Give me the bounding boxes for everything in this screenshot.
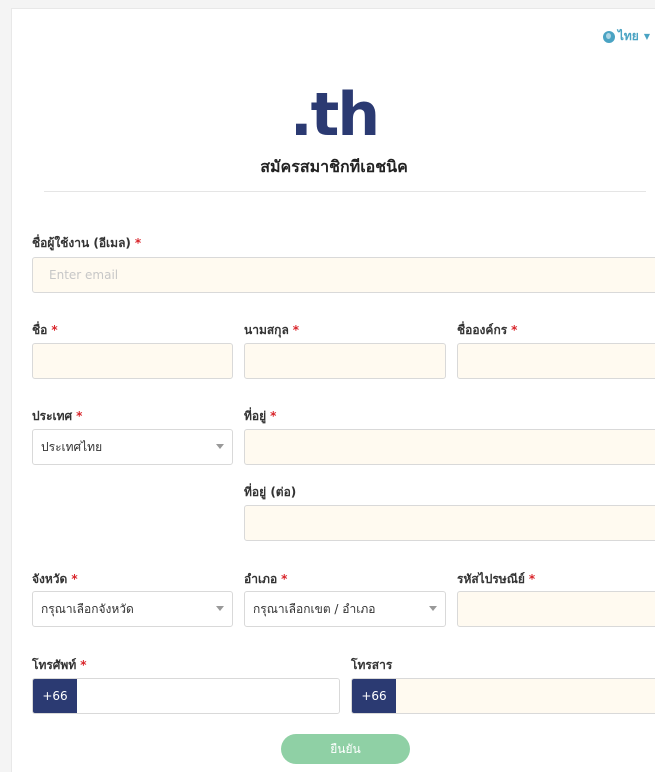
required-mark: * [71, 572, 78, 586]
phone-field: +66 [32, 678, 340, 714]
required-mark: * [528, 572, 536, 586]
first-name-field [32, 343, 233, 379]
province-select[interactable]: กรุณาเลือกจังหวัด [32, 591, 233, 627]
postcode-input[interactable] [458, 592, 655, 626]
submit-button[interactable]: ยืนยัน [281, 734, 410, 764]
address2-label: ที่อยู่ (ต่อ) [244, 483, 296, 502]
address2-label-text: ที่อยู่ (ต่อ) [244, 485, 297, 499]
required-mark: * [80, 658, 87, 672]
caret-down-icon: ▼ [643, 32, 650, 41]
page-title: สมัครสมาชิกทีเอชนิค [260, 157, 408, 176]
country-selected-value: ประเทศไทย [41, 439, 103, 454]
postcode-label: รหัสไปรษณีย์ * [457, 570, 535, 589]
first-name-label: ชื่อ * [32, 321, 58, 340]
language-label: ไทย [617, 29, 639, 43]
postcode-field [457, 591, 655, 627]
email-label-text: ชื่อผู้ใช้งาน (อีเมล) [32, 236, 131, 250]
required-mark: * [511, 323, 518, 337]
chevron-down-icon [216, 444, 224, 449]
organization-field [457, 343, 655, 379]
district-label-text: อำเภอ [244, 572, 278, 586]
email-field-wrapper [32, 257, 655, 293]
last-name-input[interactable] [245, 344, 445, 378]
country-select[interactable]: ประเทศไทย [32, 429, 233, 465]
required-mark: * [134, 236, 142, 250]
required-mark: * [51, 323, 58, 337]
address2-field [244, 505, 655, 541]
fax-prefix: +66 [352, 679, 396, 713]
header-divider [44, 191, 646, 192]
province-label: จังหวัด * [32, 570, 78, 589]
address-input[interactable] [245, 430, 655, 464]
province-selected-value: กรุณาเลือกจังหวัด [41, 601, 134, 616]
fax-field: +66 [351, 678, 655, 714]
required-mark: * [292, 323, 300, 337]
phone-prefix: +66 [33, 679, 77, 713]
district-label: อำเภอ * [244, 570, 287, 589]
postcode-label-text: รหัสไปรษณีย์ [457, 572, 525, 586]
fax-label: โทรสาร [351, 656, 392, 675]
organization-label-text: ชื่อองค์กร [457, 323, 508, 337]
chevron-down-icon [216, 606, 224, 611]
th-logo: .th [289, 80, 380, 150]
organization-input[interactable] [458, 344, 655, 378]
chevron-down-icon [429, 606, 437, 611]
address-label-text: ที่อยู่ [244, 409, 267, 423]
last-name-label-text: นามสกุล [244, 323, 289, 337]
country-label: ประเทศ * [32, 407, 82, 426]
country-label-text: ประเทศ [32, 409, 73, 423]
phone-label: โทรศัพท์ * [32, 656, 87, 675]
address-field [244, 429, 655, 465]
registration-card: ไทย ▼ .th สมัครสมาชิกทีเอชนิค ชื่อผู้ใช้… [11, 8, 655, 772]
province-label-text: จังหวัด [32, 572, 68, 586]
globe-icon [602, 30, 615, 43]
fax-input[interactable] [396, 679, 655, 713]
language-selector[interactable]: ไทย ▼ [602, 27, 650, 46]
last-name-field [244, 343, 446, 379]
address-label: ที่อยู่ * [244, 407, 276, 426]
phone-label-text: โทรศัพท์ [32, 658, 77, 672]
email-label: ชื่อผู้ใช้งาน (อีเมล) * [32, 234, 141, 253]
phone-input[interactable] [77, 679, 339, 713]
address2-input[interactable] [245, 506, 655, 540]
fax-label-text: โทรสาร [351, 658, 393, 672]
last-name-label: นามสกุล * [244, 321, 299, 340]
organization-label: ชื่อองค์กร * [457, 321, 517, 340]
first-name-label-text: ชื่อ [32, 323, 48, 337]
required-mark: * [281, 572, 288, 586]
required-mark: * [76, 409, 83, 423]
district-selected-value: กรุณาเลือกเขต / อำเภอ [253, 601, 376, 616]
email-input[interactable] [33, 258, 655, 292]
district-select[interactable]: กรุณาเลือกเขต / อำเภอ [244, 591, 446, 627]
first-name-input[interactable] [33, 344, 232, 378]
required-mark: * [270, 409, 277, 423]
